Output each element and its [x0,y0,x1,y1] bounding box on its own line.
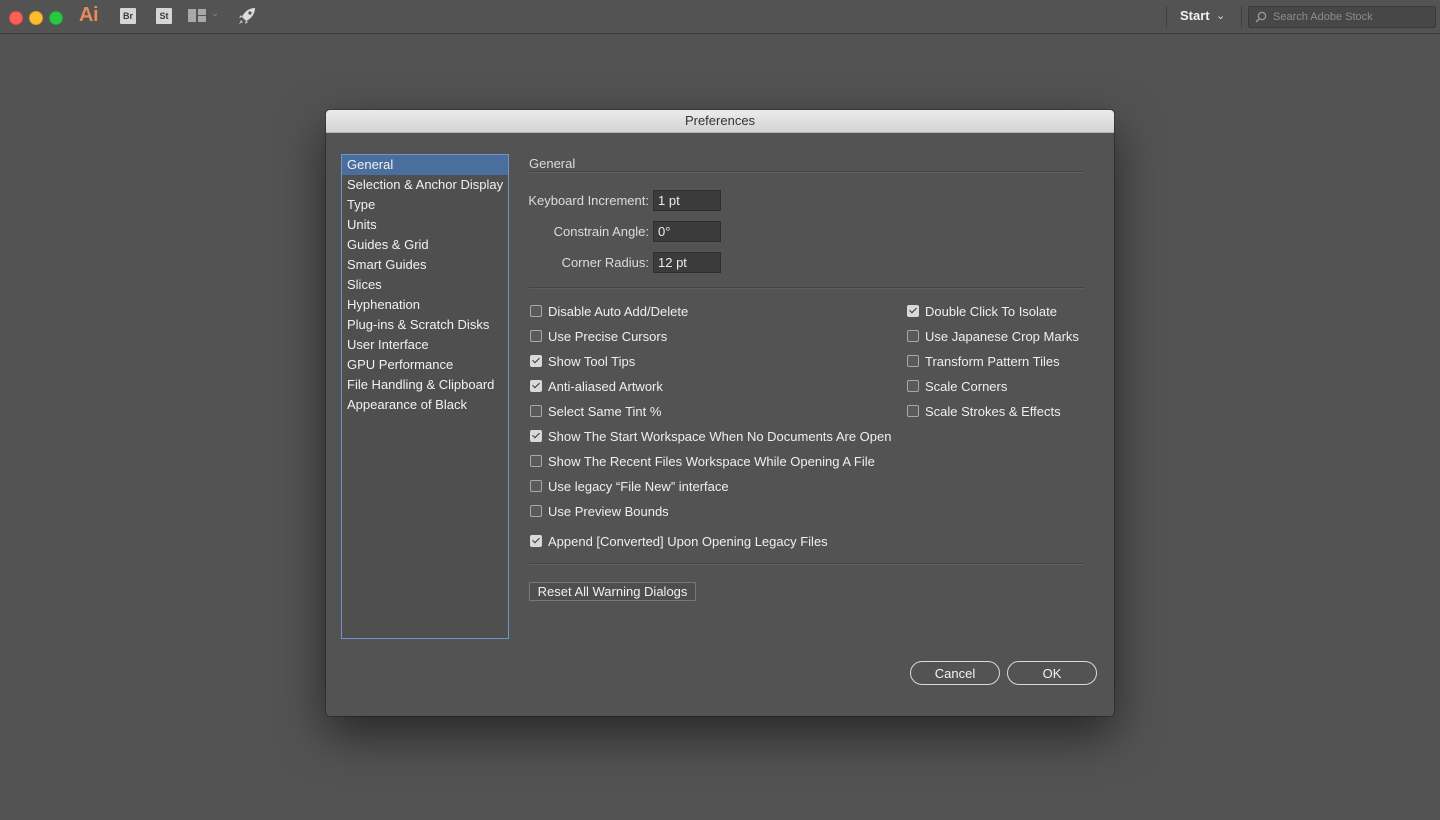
option-use-legacy-file-new-interface[interactable]: Use legacy “File New” interface [530,478,729,494]
option-select-same-tint[interactable]: Select Same Tint % [530,403,661,419]
illustrator-logo: Ai [79,4,99,26]
keyboard-increment-input[interactable] [653,190,721,211]
checkbox-label: Use Japanese Crop Marks [925,328,1079,344]
constrain-angle-input[interactable] [653,221,721,242]
checkbox[interactable] [907,380,919,392]
sidebar-item-guides-grid[interactable]: Guides & Grid [342,235,508,255]
option-show-tool-tips[interactable]: Show Tool Tips [530,353,635,369]
option-use-precise-cursors[interactable]: Use Precise Cursors [530,328,667,344]
checkbox-label: Transform Pattern Tiles [925,353,1060,369]
checkbox[interactable] [530,505,542,517]
minimize-window-button[interactable] [29,11,43,25]
sidebar-item-file-handling-clipboard[interactable]: File Handling & Clipboard [342,375,508,395]
checkbox-label: Show Tool Tips [548,353,636,369]
rocket-icon[interactable] [237,6,257,26]
checkbox[interactable] [530,480,542,492]
option-show-the-start-workspace-when-no-documents-are-open[interactable]: Show The Start Workspace When No Documen… [530,428,891,444]
checkbox-label: Append [Converted] Upon Opening Legacy F… [548,533,828,549]
close-window-button[interactable] [9,11,23,25]
workspace-layout-icon[interactable] [188,9,206,22]
checkbox-label: Double Click To Isolate [925,303,1057,319]
option-double-click-to-isolate[interactable]: Double Click To Isolate [907,303,1057,319]
option-append-converted-upon-opening-legacy-files[interactable]: Append [Converted] Upon Opening Legacy F… [530,533,828,549]
divider [529,171,1084,173]
dialog-title: Preferences [326,110,1114,133]
checkbox[interactable] [907,305,919,317]
checkbox[interactable] [530,330,542,342]
section-title: General [529,156,576,171]
chevron-down-icon[interactable]: ⌄ [211,8,219,19]
chevron-down-icon[interactable]: ⌄ [1216,9,1225,22]
sidebar-item-hyphenation[interactable]: Hyphenation [342,295,508,315]
checkbox[interactable] [530,535,542,547]
divider [529,563,1084,565]
checkbox[interactable] [530,380,542,392]
keyboard-increment-label: Keyboard Increment: [528,193,649,208]
preferences-dialog: Preferences General Selection & Anchor Di… [326,110,1114,716]
divider [1166,6,1167,28]
checkbox-label: Show The Recent Files Workspace While Op… [548,453,875,469]
constrain-angle-label: Constrain Angle: [553,224,649,239]
sidebar-item-user-interface[interactable]: User Interface [342,335,508,355]
option-use-preview-bounds[interactable]: Use Preview Bounds [530,503,669,519]
preferences-category-list[interactable]: General Selection & Anchor Display Type Uni… [341,154,509,639]
sidebar-item-type[interactable]: Type [342,195,508,215]
sidebar-item-slices[interactable]: Slices [342,275,508,295]
divider [529,287,1084,289]
option-scale-strokes-effects[interactable]: Scale Strokes & Effects [907,403,1061,419]
checkbox[interactable] [530,455,542,467]
workspace-switcher[interactable]: Start [1180,8,1210,23]
checkbox-label: Show The Start Workspace When No Documen… [548,428,892,444]
option-disable-auto-add-delete[interactable]: Disable Auto Add/Delete [530,303,688,319]
checkbox-label: Select Same Tint % [548,403,662,419]
checkbox[interactable] [530,430,542,442]
checkbox[interactable] [530,405,542,417]
option-scale-corners[interactable]: Scale Corners [907,378,1007,394]
option-transform-pattern-tiles[interactable]: Transform Pattern Tiles [907,353,1060,369]
stock-search-input[interactable] [1273,9,1431,25]
sidebar-item-smart-guides[interactable]: Smart Guides [342,255,508,275]
sidebar-item-plug-ins-scratch-disks[interactable]: Plug-ins & Scratch Disks [342,315,508,335]
app-bar: Ai Br St ⌄ Start ⌄ [0,0,1440,34]
stock-icon[interactable]: St [156,8,172,24]
sidebar-item-appearance-of-black[interactable]: Appearance of Black [342,395,508,415]
checkbox-label: Scale Strokes & Effects [925,403,1061,419]
stock-search-box[interactable] [1248,6,1436,28]
checkbox-label: Anti-aliased Artwork [548,378,663,394]
checkbox[interactable] [530,305,542,317]
sidebar-item-gpu-performance[interactable]: GPU Performance [342,355,508,375]
corner-radius-label: Corner Radius: [561,255,649,270]
corner-radius-input[interactable] [653,252,721,273]
checkbox-label: Use Preview Bounds [548,503,669,519]
reset-warning-dialogs-button[interactable]: Reset All Warning Dialogs [529,582,696,601]
cancel-button[interactable]: Cancel [910,661,1000,685]
option-show-the-recent-files-workspace-while-opening-a-file[interactable]: Show The Recent Files Workspace While Op… [530,453,875,469]
checkbox[interactable] [907,355,919,367]
option-use-japanese-crop-marks[interactable]: Use Japanese Crop Marks [907,328,1079,344]
sidebar-item-units[interactable]: Units [342,215,508,235]
divider [1241,6,1242,28]
maximize-window-button[interactable] [49,11,63,25]
ok-button[interactable]: OK [1007,661,1097,685]
bridge-icon[interactable]: Br [120,8,136,24]
checkbox[interactable] [907,405,919,417]
checkbox-label: Disable Auto Add/Delete [548,303,689,319]
checkbox[interactable] [530,355,542,367]
checkbox-label: Use Precise Cursors [548,328,668,344]
option-anti-aliased-artwork[interactable]: Anti-aliased Artwork [530,378,663,394]
checkbox[interactable] [907,330,919,342]
sidebar-item-selection-anchor-display[interactable]: Selection & Anchor Display [342,175,508,195]
sidebar-item-general[interactable]: General [342,155,508,175]
checkbox-label: Scale Corners [925,378,1008,394]
checkbox-label: Use legacy “File New” interface [548,478,729,494]
search-icon [1255,11,1267,23]
